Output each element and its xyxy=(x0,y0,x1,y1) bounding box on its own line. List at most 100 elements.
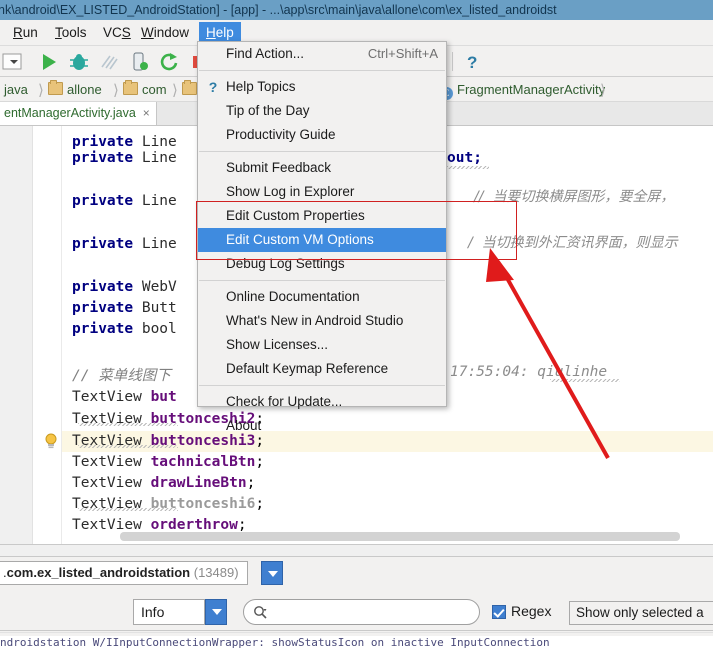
menu-item-label: Find Action... xyxy=(226,46,305,61)
breadcrumb-label: FragmentManagerActivity xyxy=(457,82,606,97)
menu-item-label: About xyxy=(226,418,262,433)
toolbar-separator-2 xyxy=(452,52,453,71)
timestamp-annotation: 17:55:04: qiulinhe xyxy=(450,364,608,380)
editor-gutter-marks xyxy=(33,126,62,544)
logcat-divider-2 xyxy=(0,632,713,633)
breadcrumb-chevron-icon: ⟩ xyxy=(38,82,44,99)
menu-item-shortcut: Ctrl+Shift+A xyxy=(367,46,438,61)
rerun-icon[interactable] xyxy=(158,51,180,73)
spellcheck-squiggle xyxy=(447,166,489,169)
log-level-dropdown-icon[interactable] xyxy=(205,599,227,625)
menu-item-find-action[interactable]: Find Action... Ctrl+Shift+A xyxy=(198,42,446,66)
help-icon[interactable]: ? xyxy=(462,51,484,73)
breadcrumb-chevron-icon: ⟩ xyxy=(600,82,606,99)
menu-item-label: Edit Custom Properties xyxy=(226,208,365,223)
tab-fragmentmanageractivity[interactable]: entManagerActivity.java × xyxy=(0,102,157,125)
menu-item-help-topics[interactable]: ? Help Topics xyxy=(198,75,446,99)
menu-separator xyxy=(199,280,445,281)
breadcrumb-chevron-icon: ⟩ xyxy=(113,82,119,99)
logcat-search-input[interactable] xyxy=(243,599,480,625)
code-line: TextView but xyxy=(72,389,177,405)
breadcrumb-item-com[interactable]: com xyxy=(123,80,167,99)
folder-icon xyxy=(48,80,63,95)
code-line: private Line xyxy=(72,150,177,166)
logcat-output-line: ndroidstation W/IInputConnectionWrapper:… xyxy=(0,636,713,648)
menu-item-whats-new[interactable]: What's New in Android Studio xyxy=(198,309,446,333)
menu-item-label: Edit Custom VM Options xyxy=(226,232,374,247)
breadcrumb-item-allone[interactable]: allone xyxy=(48,80,102,99)
android-studio-window: nk\android\EX_LISTED_AndroidStation] - [… xyxy=(0,0,713,648)
run-icon[interactable] xyxy=(38,51,60,73)
menu-item-edit-custom-vm-options[interactable]: Edit Custom VM Options xyxy=(198,228,446,252)
search-icon xyxy=(253,605,267,619)
debug-icon[interactable] xyxy=(68,51,90,73)
log-level-selector[interactable]: Info xyxy=(133,599,205,625)
menu-item-label: What's New in Android Studio xyxy=(226,313,404,328)
process-pid: (13489) xyxy=(193,565,239,580)
menu-separator xyxy=(199,385,445,386)
breadcrumb-item-java[interactable]: java xyxy=(4,80,28,99)
code-line: TextView buttonceshi6; xyxy=(72,496,265,512)
code-line: private WebV xyxy=(72,279,177,295)
menu-item-check-for-update[interactable]: Check for Update... xyxy=(198,390,446,414)
spellcheck-squiggle xyxy=(78,423,178,426)
menu-tools[interactable]: Tools xyxy=(48,22,94,44)
close-icon[interactable]: × xyxy=(143,106,150,120)
process-selector-dropdown-icon[interactable] xyxy=(261,561,283,585)
code-comment-line: // 菜单线图下 xyxy=(72,366,171,387)
editor-gutter[interactable] xyxy=(0,126,33,544)
menu-item-edit-custom-properties[interactable]: Edit Custom Properties xyxy=(198,204,446,228)
folder-icon xyxy=(182,80,197,95)
question-icon: ? xyxy=(208,79,218,95)
code-fragment-text: out; xyxy=(447,150,482,166)
code-line: TextView tachnicalBtn; xyxy=(72,454,265,470)
process-name: com.ex_listed_androidstation xyxy=(6,565,191,580)
code-comment-text: // 菜单线图下 xyxy=(72,368,171,384)
code-line: TextView drawLineBtn; xyxy=(72,475,256,491)
tab-label: entManagerActivity.java xyxy=(4,106,136,120)
menu-item-submit-feedback[interactable]: Submit Feedback xyxy=(198,156,446,180)
log-level-value: Info xyxy=(141,604,165,620)
code-line: private Line xyxy=(72,193,177,209)
profiler-icon[interactable] xyxy=(128,51,150,73)
menu-item-productivity-guide[interactable]: Productivity Guide xyxy=(198,123,446,147)
menu-item-label: Online Documentation xyxy=(226,289,360,304)
breadcrumb-label: java xyxy=(4,82,28,97)
menu-window[interactable]: Window xyxy=(134,22,196,44)
logcat-filter-value: Show only selected a xyxy=(576,605,704,620)
menu-item-tip-of-the-day[interactable]: Tip of the Day xyxy=(198,99,446,123)
regex-checkbox[interactable] xyxy=(492,605,506,619)
code-comment-cjk-2: / 当切换到外汇资讯界面，则显示 xyxy=(468,235,678,251)
menu-item-show-log-in-explorer[interactable]: Show Log in Explorer xyxy=(198,180,446,204)
menu-item-online-documentation[interactable]: Online Documentation xyxy=(198,285,446,309)
menu-item-label: Debug Log Settings xyxy=(226,256,345,271)
editor-horizontal-scrollbar[interactable] xyxy=(120,532,680,541)
logcat-divider xyxy=(0,630,713,631)
coverage-icon[interactable] xyxy=(98,51,120,73)
menu-item-show-licenses[interactable]: Show Licenses... xyxy=(198,333,446,357)
menu-item-label: Submit Feedback xyxy=(226,160,332,175)
help-dropdown-menu[interactable]: Find Action... Ctrl+Shift+A ? Help Topic… xyxy=(197,41,447,433)
breadcrumb-chevron-icon: ⟩ xyxy=(172,82,178,99)
folder-icon xyxy=(123,80,138,95)
menu-item-default-keymap-reference[interactable]: Default Keymap Reference xyxy=(198,357,446,381)
window-title: nk\android\EX_LISTED_AndroidStation] - [… xyxy=(0,3,557,17)
menu-item-label: Show Log in Explorer xyxy=(226,184,355,199)
breadcrumb-label: com xyxy=(142,82,167,97)
menu-item-label: Default Keymap Reference xyxy=(226,361,389,376)
breadcrumb-label: allone xyxy=(67,82,102,97)
menu-item-about[interactable]: About xyxy=(198,414,446,438)
spellcheck-squiggle xyxy=(78,508,178,511)
menu-separator xyxy=(199,70,445,71)
intention-bulb-icon[interactable] xyxy=(44,433,58,449)
logcat-filter-selector[interactable]: Show only selected a xyxy=(569,601,713,625)
menu-item-label: Show Licenses... xyxy=(226,337,329,352)
menu-separator xyxy=(199,151,445,152)
menu-item-debug-log-settings[interactable]: Debug Log Settings xyxy=(198,252,446,276)
breadcrumb-item-class[interactable]: CFragmentManagerActivity xyxy=(440,80,606,100)
code-line: private Butt xyxy=(72,300,177,316)
run-config-dropdown-icon[interactable] xyxy=(2,51,24,73)
menu-vcs[interactable]: VCS xyxy=(96,22,138,44)
process-selector[interactable]: .com.ex_listed_androidstation (13489) xyxy=(0,561,248,585)
menu-run[interactable]: Run xyxy=(6,22,45,44)
